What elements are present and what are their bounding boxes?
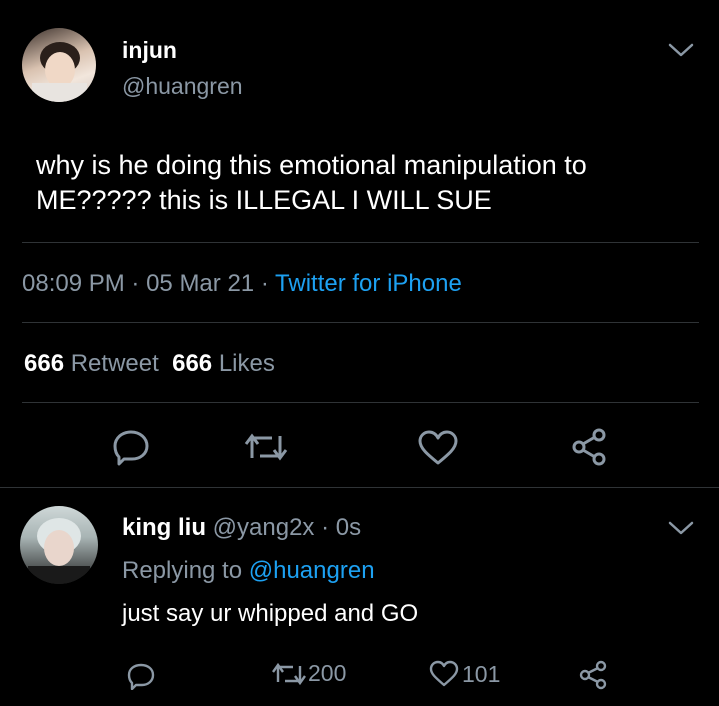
tweet-meta: 08:09 PM · 05 Mar 21 · Twitter for iPhon…	[22, 270, 462, 298]
divider	[22, 242, 699, 243]
replying-prefix: Replying to	[122, 557, 243, 584]
like-stat[interactable]: 666 Likes	[172, 350, 275, 377]
tweet-source-link[interactable]: Twitter for iPhone	[275, 270, 462, 297]
reply-like-action[interactable]: 101	[428, 660, 500, 688]
chevron-down-icon[interactable]	[668, 520, 694, 536]
chevron-down-icon[interactable]	[668, 42, 694, 58]
like-icon	[428, 660, 460, 688]
reply-age: 0s	[335, 514, 362, 541]
divider	[22, 402, 699, 403]
handle[interactable]: @yang2x	[213, 514, 315, 541]
replying-to-link[interactable]: @huangren	[249, 557, 375, 584]
reply-retweet-action[interactable]: 200	[272, 660, 346, 687]
reply-header: king liu @yang2x · 0s	[122, 514, 361, 542]
avatar[interactable]	[22, 28, 96, 102]
divider	[0, 487, 719, 488]
separator: ·	[321, 514, 330, 541]
separator: ·	[131, 270, 140, 297]
like-icon[interactable]	[417, 430, 459, 466]
tweet-text-line1: why is he doing this emotional manipulat…	[36, 150, 587, 180]
tweet-date: 05 Mar 21	[146, 270, 255, 297]
like-count: 101	[462, 660, 501, 687]
divider	[22, 322, 699, 323]
display-name[interactable]: king liu	[122, 514, 206, 541]
retweet-stat[interactable]: 666 Retweet	[24, 350, 159, 377]
separator: ·	[260, 270, 269, 297]
like-label: Likes	[218, 350, 275, 377]
reply-icon[interactable]	[126, 662, 156, 690]
like-count: 666	[172, 350, 213, 377]
tweet-time: 08:09 PM	[22, 270, 125, 297]
replying-to: Replying to @huangren	[122, 557, 375, 585]
retweet-icon[interactable]	[244, 430, 288, 464]
retweet-count: 200	[308, 660, 347, 686]
avatar[interactable]	[20, 506, 98, 584]
reply-icon[interactable]	[111, 428, 151, 466]
tweet-text: why is he doing this emotional manipulat…	[36, 148, 587, 218]
share-icon[interactable]	[569, 427, 609, 467]
share-icon[interactable]	[578, 660, 608, 690]
handle[interactable]: @huangren	[122, 73, 243, 100]
reply-text: just say ur whipped and GO	[122, 600, 419, 627]
retweet-count: 666	[24, 350, 65, 377]
display-name[interactable]: injun	[122, 37, 177, 64]
retweet-icon	[272, 661, 306, 687]
retweet-label: Retweet	[70, 350, 159, 377]
tweet-stats: 666 Retweet 666 Likes	[24, 350, 275, 378]
tweet-text-line2: ME????? this is ILLEGAL I WILL SUE	[36, 185, 492, 215]
